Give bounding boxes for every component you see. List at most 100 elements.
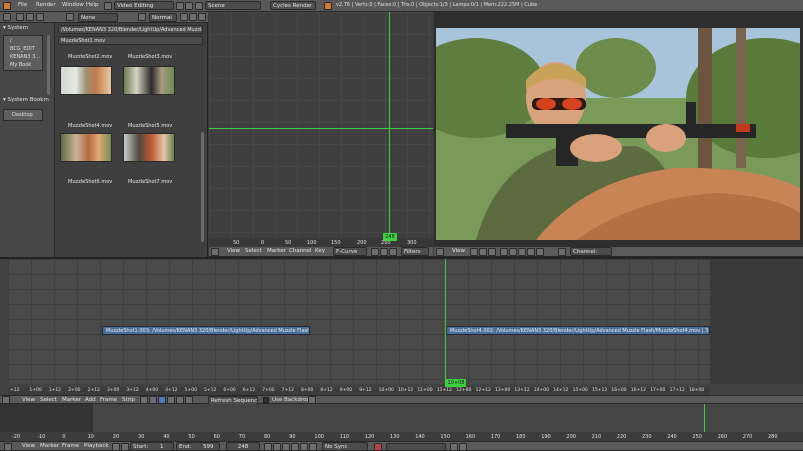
display-icon[interactable]: [138, 13, 146, 21]
file-caption-muzzleshot7[interactable]: MuzzleShot7.mov: [128, 179, 172, 185]
graph-view-icon-3[interactable]: [389, 248, 397, 256]
system-item-bcg-edit[interactable]: BCG_EDIT: [10, 46, 35, 52]
preview-mode-icon-6[interactable]: [518, 248, 526, 256]
prev-keyframe-icon[interactable]: [273, 443, 281, 451]
play-icon[interactable]: [291, 443, 299, 451]
seq-view-icon-6[interactable]: [185, 396, 193, 404]
timeline-area[interactable]: -20 -10 0 10 20 30 40 50 60 70 80 90 100 110 120 130 140…: [0, 404, 803, 451]
seq-view-icon-4[interactable]: [167, 396, 175, 404]
sequencer-strip-muzzleshot1[interactable]: MuzzleShot1.003: /Volumes/KENAN3 320/Ble…: [102, 326, 310, 335]
graph-menu-select[interactable]: Select: [245, 247, 262, 256]
graph-view-icon-2[interactable]: [380, 248, 388, 256]
file-caption-muzzleshot2[interactable]: MuzzleShot2.mov: [68, 54, 112, 60]
sync-mode-select[interactable]: No Sync: [322, 442, 368, 451]
seq-view-icon-3[interactable]: [158, 396, 166, 404]
delete-keyframe-icon[interactable]: [459, 443, 467, 451]
preview-menu-view[interactable]: View: [452, 247, 465, 256]
graph-editor[interactable]: 50 0 50 100 150 200 250 300 248 View Sel…: [209, 12, 433, 257]
seq-extra-icon[interactable]: [308, 396, 316, 404]
sequencer-area[interactable]: MuzzleShot1.003: /Volumes/KENAN3 320/Ble…: [0, 259, 803, 405]
tl-menu-frame[interactable]: Frame: [62, 442, 79, 451]
scene-select[interactable]: Scene: [205, 1, 261, 10]
preview-mode-icon-4[interactable]: [500, 248, 508, 256]
preview-channel-field[interactable]: Channel:: [570, 247, 612, 256]
file-caption-muzzleshot4[interactable]: MuzzleShot4.mov: [68, 123, 112, 129]
start-frame-field[interactable]: Start: 1: [130, 442, 174, 451]
preview-mode-icon-3[interactable]: [488, 248, 496, 256]
sequencer-editor-type-icon[interactable]: [2, 396, 10, 404]
new-folder-icon[interactable]: [36, 13, 44, 21]
keying-icon[interactable]: [374, 443, 382, 451]
sequencer-strip-muzzleshot4[interactable]: MuzzleShot4.002: /Volumes/KENAN3 320/Ble…: [446, 326, 710, 335]
preview-mode-icon-8[interactable]: [536, 248, 544, 256]
insert-keyframe-icon[interactable]: [450, 443, 458, 451]
scene-icon[interactable]: [195, 2, 203, 10]
menu-render[interactable]: Render: [36, 1, 56, 10]
file-caption-muzzleshot5[interactable]: MuzzleShot5.mov: [128, 123, 172, 129]
render-engine-select[interactable]: Cycles Render: [270, 1, 316, 10]
next-keyframe-icon[interactable]: [300, 443, 308, 451]
blender-logo-icon[interactable]: [3, 2, 11, 10]
file-thumbnail-muzzleshot6[interactable]: [60, 133, 112, 162]
sort-icon-3[interactable]: [198, 13, 206, 21]
preview-range-icon[interactable]: [121, 443, 129, 451]
sequencer-playhead[interactable]: [445, 259, 446, 387]
system-item-kenan3[interactable]: KENAN3 3...: [10, 54, 40, 60]
jump-start-icon[interactable]: [264, 443, 272, 451]
record-icon[interactable]: [112, 443, 120, 451]
bookmark-item-desktop[interactable]: Desktop: [12, 112, 33, 118]
sort-mode-select[interactable]: Normal: [149, 13, 177, 22]
tl-menu-view[interactable]: View: [22, 442, 35, 451]
tl-menu-marker[interactable]: Marker: [40, 442, 59, 451]
current-frame-field[interactable]: 248: [226, 442, 260, 451]
play-reverse-icon[interactable]: [282, 443, 290, 451]
bookmarks-header[interactable]: ▾ System Bookm: [3, 97, 49, 103]
graph-filters-button[interactable]: Filters: [401, 247, 429, 256]
editor-type-icon[interactable]: [3, 13, 11, 21]
use-backdrop-checkbox[interactable]: [263, 397, 269, 403]
file-caption-muzzleshot6[interactable]: MuzzleShot6.mov: [68, 179, 112, 185]
sort-icon-2[interactable]: [189, 13, 197, 21]
preview-mode-icon-2[interactable]: [479, 248, 487, 256]
keying-set-field[interactable]: [386, 443, 446, 451]
file-browser-scrollbar[interactable]: [201, 132, 204, 242]
system-item-root[interactable]: /: [10, 38, 12, 44]
file-thumbnail-muzzleshot4[interactable]: [60, 66, 112, 95]
screen-layout-select[interactable]: Video Editing: [114, 1, 174, 10]
file-thumbnail-muzzleshot5[interactable]: [123, 66, 175, 95]
preview-mode-icon-9[interactable]: [558, 248, 566, 256]
menu-window[interactable]: Window: [62, 1, 84, 10]
system-item-my-book[interactable]: My Book: [10, 62, 31, 68]
seq-view-icon-5[interactable]: [176, 396, 184, 404]
seq-view-icon-1[interactable]: [140, 396, 148, 404]
sidebar-scrollbar[interactable]: [47, 35, 50, 95]
filter-icon[interactable]: [66, 13, 74, 21]
remove-layout-icon[interactable]: [185, 2, 193, 10]
file-thumbnail-muzzleshot7[interactable]: [123, 133, 175, 162]
preview-mode-icon-7[interactable]: [527, 248, 535, 256]
seq-view-icon-2[interactable]: [149, 396, 157, 404]
file-caption-muzzleshot3[interactable]: MuzzleShot3.mov: [128, 54, 172, 60]
graph-editor-type-icon[interactable]: [211, 248, 219, 256]
system-header[interactable]: ▾ System: [3, 25, 28, 31]
jump-end-icon[interactable]: [309, 443, 317, 451]
graph-menu-view[interactable]: View: [227, 247, 240, 256]
preview-mode-icon-5[interactable]: [509, 248, 517, 256]
graph-view-icon-1[interactable]: [371, 248, 379, 256]
tl-menu-playback[interactable]: Playback: [84, 442, 109, 451]
preview-mode-icon-1[interactable]: [470, 248, 478, 256]
graph-playhead[interactable]: [389, 12, 390, 238]
filter-mode-select[interactable]: None: [78, 13, 118, 22]
directory-path-field[interactable]: /Volumes/KENAN3 320/Blender/LightUp/Adva…: [58, 25, 203, 34]
graph-menu-key[interactable]: Key: [315, 247, 325, 256]
parent-dir-icon[interactable]: [16, 13, 24, 21]
preview-editor-type-icon[interactable]: [436, 248, 444, 256]
layout-icon[interactable]: [104, 2, 112, 10]
add-layout-icon[interactable]: [176, 2, 184, 10]
timeline-editor-type-icon[interactable]: [4, 443, 12, 451]
refresh-icon[interactable]: [26, 13, 34, 21]
menu-file[interactable]: File: [18, 1, 27, 10]
timeline-playhead[interactable]: [704, 404, 705, 432]
filename-field[interactable]: MuzzleShot1.mov: [58, 36, 203, 45]
sort-icon-1[interactable]: [180, 13, 188, 21]
